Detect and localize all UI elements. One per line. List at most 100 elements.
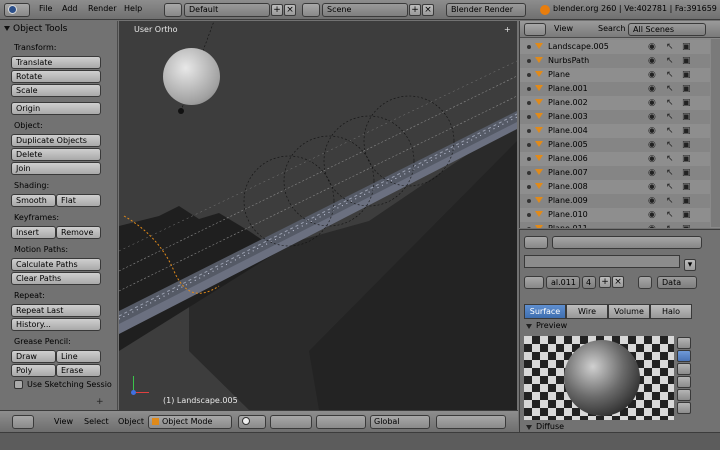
erase-button[interactable]: Erase <box>56 364 101 377</box>
outliner-row[interactable]: NurbsPath ◉ ↖ ▣ <box>520 54 710 68</box>
3d-viewport[interactable]: User Ortho (1) Landscape.005 + <box>119 21 517 410</box>
clear-paths-button[interactable]: Clear Paths <box>11 272 101 285</box>
preview-cube-icon[interactable] <box>677 363 691 375</box>
material-browse-icon[interactable] <box>524 276 544 289</box>
visibility-eye-icon[interactable]: ◉ <box>648 154 656 164</box>
render-camera-icon[interactable]: ▣ <box>682 112 691 122</box>
outliner-row-name[interactable]: Plane.004 <box>548 126 588 135</box>
poly-button[interactable]: Poly <box>11 364 56 377</box>
render-camera-icon[interactable]: ▣ <box>682 42 691 52</box>
remove-scene-icon[interactable]: × <box>422 4 434 16</box>
expand-icon[interactable] <box>527 73 531 77</box>
panel-add-icon[interactable]: + <box>96 397 104 407</box>
outliner-row-name[interactable]: Plane.005 <box>548 140 588 149</box>
outliner-row[interactable]: Landscape.005 ◉ ↖ ▣ <box>520 40 710 54</box>
expand-icon[interactable] <box>527 213 531 217</box>
calculate-paths-button[interactable]: Calculate Paths <box>11 258 101 271</box>
translate-button[interactable]: Translate <box>11 56 101 69</box>
preview-sky-icon[interactable] <box>677 402 691 414</box>
render-camera-icon[interactable]: ▣ <box>682 154 691 164</box>
select-arrow-icon[interactable]: ↖ <box>666 112 674 122</box>
material-add-icon[interactable]: + <box>599 276 611 288</box>
material-slot-list[interactable] <box>524 255 680 268</box>
expand-icon[interactable] <box>527 199 531 203</box>
preview-collapse-icon[interactable] <box>526 324 532 329</box>
join-button[interactable]: Join <box>11 162 101 175</box>
visibility-eye-icon[interactable]: ◉ <box>648 168 656 178</box>
render-camera-icon[interactable]: ▣ <box>682 210 691 220</box>
visibility-eye-icon[interactable]: ◉ <box>648 182 656 192</box>
select-arrow-icon[interactable]: ↖ <box>666 70 674 80</box>
select-arrow-icon[interactable]: ↖ <box>666 196 674 206</box>
line-button[interactable]: Line <box>56 350 101 363</box>
outliner-row[interactable]: Plane.002 ◉ ↖ ▣ <box>520 96 710 110</box>
link-select[interactable]: Data <box>657 276 697 289</box>
select-arrow-icon[interactable]: ↖ <box>666 224 674 228</box>
visibility-eye-icon[interactable]: ◉ <box>648 126 656 136</box>
outliner-menu-search[interactable]: Search <box>598 24 625 33</box>
render-camera-icon[interactable]: ▣ <box>682 56 691 66</box>
tab-volume[interactable]: Volume <box>608 304 650 319</box>
scene-icon[interactable] <box>302 3 320 17</box>
outliner-row-name[interactable]: Plane.003 <box>548 112 588 121</box>
outliner-row[interactable]: Plane.001 ◉ ↖ ▣ <box>520 82 710 96</box>
preview-flat-icon[interactable] <box>677 337 691 349</box>
expand-icon[interactable] <box>527 171 531 175</box>
add-screen-icon[interactable]: + <box>271 4 283 16</box>
collapse-icon[interactable] <box>4 26 10 31</box>
expand-icon[interactable] <box>527 87 531 91</box>
outliner-row-name[interactable]: Plane.008 <box>548 182 588 191</box>
menu-select[interactable]: Select <box>84 417 109 426</box>
context-tabs[interactable] <box>552 236 702 249</box>
remove-button[interactable]: Remove <box>56 226 101 239</box>
layer-buttons[interactable] <box>436 415 506 429</box>
scale-button[interactable]: Scale <box>11 84 101 97</box>
expand-icon[interactable] <box>527 129 531 133</box>
preview-sphere-icon[interactable] <box>677 350 691 362</box>
outliner-row[interactable]: Plane.006 ◉ ↖ ▣ <box>520 152 710 166</box>
select-arrow-icon[interactable]: ↖ <box>666 98 674 108</box>
outliner-row[interactable]: Plane.010 ◉ ↖ ▣ <box>520 208 710 222</box>
expand-icon[interactable] <box>527 185 531 189</box>
visibility-eye-icon[interactable]: ◉ <box>648 224 656 228</box>
pivot-select[interactable] <box>270 415 312 429</box>
render-camera-icon[interactable]: ▣ <box>682 126 691 136</box>
outliner-scrollbar[interactable] <box>711 39 720 227</box>
orientation-select[interactable]: Global <box>370 415 430 429</box>
menu-help[interactable]: Help <box>124 4 142 13</box>
outliner-row-name[interactable]: Plane.007 <box>548 168 588 177</box>
select-arrow-icon[interactable]: ↖ <box>666 56 674 66</box>
outliner-row-name[interactable]: NurbsPath <box>548 56 589 65</box>
viewport-corner-icon[interactable]: + <box>504 25 511 34</box>
select-arrow-icon[interactable]: ↖ <box>666 42 674 52</box>
expand-icon[interactable] <box>527 101 531 105</box>
outliner-row[interactable]: Plane.008 ◉ ↖ ▣ <box>520 180 710 194</box>
properties-editor-type-icon[interactable] <box>524 236 548 249</box>
tab-surface[interactable]: Surface <box>524 304 566 319</box>
render-camera-icon[interactable]: ▣ <box>682 84 691 94</box>
outliner-row[interactable]: Plane.004 ◉ ↖ ▣ <box>520 124 710 138</box>
mode-select[interactable]: Object Mode <box>148 415 232 429</box>
outliner-filter-select[interactable]: All Scenes <box>628 23 706 36</box>
visibility-eye-icon[interactable]: ◉ <box>648 56 656 66</box>
outliner-row-name[interactable]: Landscape.005 <box>548 42 609 51</box>
outliner-row[interactable]: Plane ◉ ↖ ▣ <box>520 68 710 82</box>
outliner-row[interactable]: Plane.005 ◉ ↖ ▣ <box>520 138 710 152</box>
select-arrow-icon[interactable]: ↖ <box>666 182 674 192</box>
expand-icon[interactable] <box>527 45 531 49</box>
material-remove-icon[interactable]: × <box>612 276 624 288</box>
origin-button[interactable]: Origin <box>11 102 101 115</box>
outliner-row-name[interactable]: Plane.006 <box>548 154 588 163</box>
select-arrow-icon[interactable]: ↖ <box>666 210 674 220</box>
select-arrow-icon[interactable]: ↖ <box>666 154 674 164</box>
expand-icon[interactable] <box>527 59 531 63</box>
menu-render[interactable]: Render <box>88 4 116 13</box>
outliner-row[interactable]: Plane.007 ◉ ↖ ▣ <box>520 166 710 180</box>
shading-select[interactable] <box>238 415 266 429</box>
outliner-row-name[interactable]: Plane.009 <box>548 196 588 205</box>
render-camera-icon[interactable]: ▣ <box>682 182 691 192</box>
expand-icon[interactable] <box>527 227 531 228</box>
delete-button[interactable]: Delete <box>11 148 101 161</box>
visibility-eye-icon[interactable]: ◉ <box>648 70 656 80</box>
expand-icon[interactable] <box>527 157 531 161</box>
